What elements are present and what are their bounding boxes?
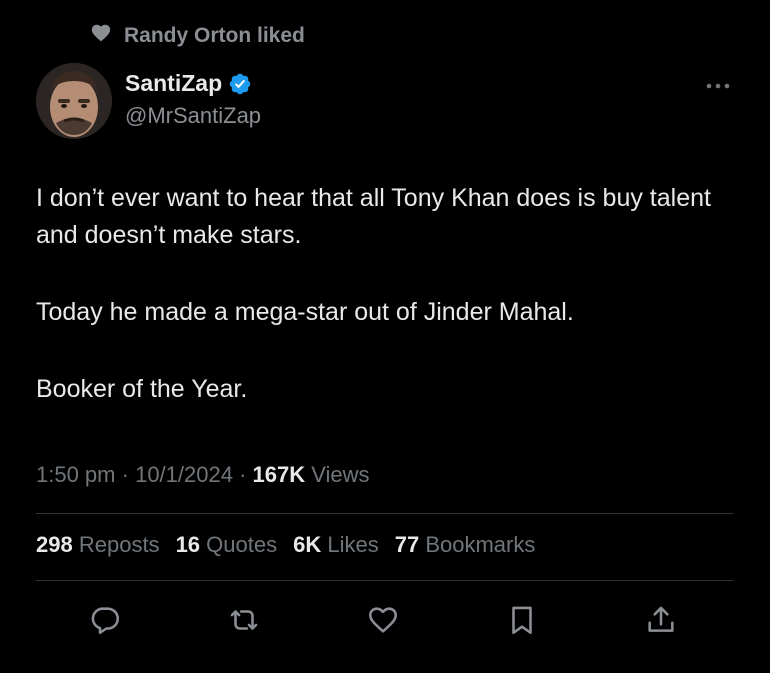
bookmark-button[interactable]: [502, 600, 542, 640]
views-label: Views: [311, 462, 370, 487]
tweet-text: I don’t ever want to hear that all Tony …: [36, 180, 736, 408]
share-button[interactable]: [641, 600, 681, 640]
action-bar: [0, 600, 770, 640]
repost-button[interactable]: [224, 600, 264, 640]
reply-icon: [91, 607, 120, 635]
more-dots-icon: [706, 83, 730, 89]
author-handle[interactable]: @MrSantiZap: [125, 103, 261, 129]
tweet-paragraph: Today he made a mega-star out of Jinder …: [36, 298, 574, 326]
stat-count: 77: [394, 532, 420, 557]
meta-separator: ·: [121, 462, 129, 487]
display-name[interactable]: SantiZap: [125, 70, 222, 97]
views-count: 167K: [252, 462, 306, 487]
stat-reposts[interactable]: 298 Reposts: [36, 532, 160, 558]
verified-badge-icon: [228, 72, 252, 96]
stat-count: 16: [175, 532, 201, 557]
tweet-paragraph: Booker of the Year.: [36, 375, 248, 403]
stat-likes[interactable]: 6K Likes: [293, 532, 379, 558]
social-context[interactable]: Randy Orton liked: [90, 22, 305, 50]
avatar[interactable]: [36, 63, 112, 139]
stat-bookmarks[interactable]: 77 Bookmarks: [395, 532, 536, 558]
stat-quotes[interactable]: 16 Quotes: [176, 532, 278, 558]
stat-label: Quotes: [206, 532, 278, 557]
stat-label: Likes: [327, 532, 379, 557]
engagement-stats: 298 Reposts 16 Quotes 6K Likes 77 Bookma…: [36, 532, 535, 558]
stat-label: Reposts: [78, 532, 160, 557]
share-icon: [648, 606, 674, 632]
social-context-text: Randy Orton liked: [124, 24, 305, 47]
author-name-row[interactable]: SantiZap: [125, 70, 252, 97]
tweet-meta: 1:50 pm · 10/1/2024 · 167K Views: [36, 462, 370, 488]
like-button[interactable]: [363, 600, 403, 640]
more-options-button[interactable]: [703, 76, 733, 96]
stat-label: Bookmarks: [425, 532, 536, 557]
divider: [36, 513, 734, 514]
bookmark-icon: [512, 606, 532, 635]
heart-icon: [90, 22, 112, 50]
tweet-time[interactable]: 1:50 pm: [36, 462, 116, 487]
tweet-date[interactable]: 10/1/2024: [135, 462, 233, 487]
tweet-paragraph: I don’t ever want to hear that all Tony …: [36, 184, 711, 249]
stat-count: 298: [36, 532, 73, 557]
meta-separator: ·: [239, 462, 247, 487]
like-icon: [368, 607, 398, 633]
repost-icon: [230, 610, 258, 630]
divider: [36, 580, 734, 581]
stat-count: 6K: [293, 532, 322, 557]
reply-button[interactable]: [85, 600, 125, 640]
